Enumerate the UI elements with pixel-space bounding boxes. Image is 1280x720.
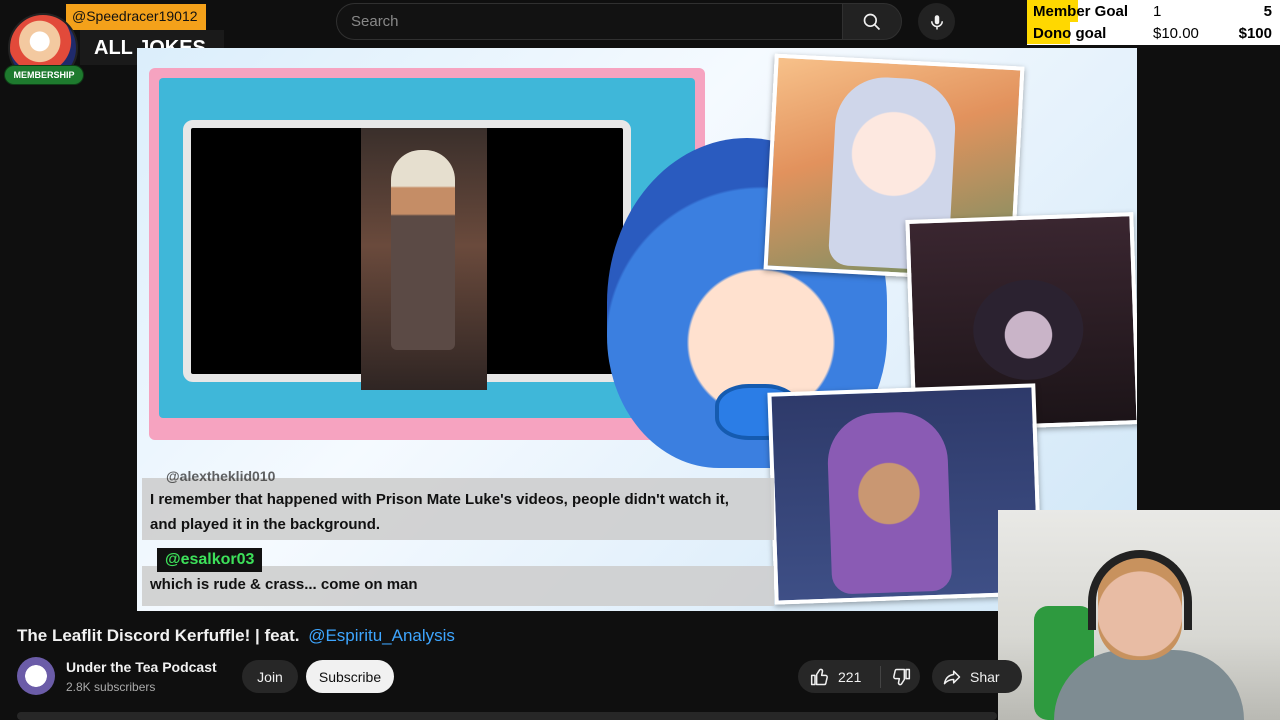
- chat-text-line-1: I remember that happened with Prison Mat…: [150, 491, 729, 508]
- member-goal-current: 1: [1153, 3, 1162, 20]
- share-icon: [943, 669, 961, 684]
- thumbs-down-icon: [892, 668, 910, 685]
- join-button[interactable]: Join: [242, 660, 298, 693]
- subscriber-count: 2.8K subscribers: [66, 680, 156, 694]
- member-goal-target: 5: [1263, 3, 1272, 20]
- dislike-button[interactable]: [881, 660, 920, 693]
- search-input[interactable]: Search: [336, 3, 842, 40]
- share-button[interactable]: Shar: [932, 660, 1022, 693]
- member-goal-row: Member Goal 1 5: [1027, 0, 1280, 22]
- tv-screen: [183, 120, 631, 390]
- chat-handle: @esalkor03: [157, 548, 263, 572]
- video-clip: [361, 128, 487, 390]
- dono-goal-current: $10.00: [1153, 25, 1199, 42]
- overlay-username: @Speedracer19012: [66, 4, 206, 30]
- description-box-edge: [17, 712, 997, 720]
- membership-badge: MEMBERSHIP: [4, 65, 84, 85]
- search-button[interactable]: [842, 3, 902, 40]
- webcam-feed: [998, 510, 1280, 720]
- dono-goal-row: Dono goal $10.00 $100: [1027, 22, 1280, 44]
- headset: [1088, 550, 1192, 630]
- chat-text: which is rude & crass... come on man: [150, 576, 418, 593]
- video-title: The Leaflit Discord Kerfuffle! | feat. @…: [17, 626, 455, 646]
- guest-avatar-3: [826, 410, 953, 595]
- search-bar: Search: [336, 3, 902, 40]
- like-count: 221: [838, 668, 862, 685]
- voice-search-button[interactable]: [918, 3, 955, 40]
- channel-avatar[interactable]: [17, 657, 55, 695]
- chat-message-1: @alextheklid010 I remember that happened…: [142, 468, 774, 540]
- dono-goal-label: Dono goal: [1033, 25, 1107, 42]
- chat-message-2: which is rude & crass... come on man: [142, 566, 774, 606]
- member-goal-label: Member Goal: [1033, 3, 1129, 20]
- search-placeholder: Search: [351, 13, 399, 30]
- chat-handle-partial: @alextheklid010: [166, 468, 276, 484]
- like-button[interactable]: 221: [798, 660, 880, 693]
- channel-name[interactable]: Under the Tea Podcast: [66, 659, 217, 675]
- chat-text-line-2: and played it in the background.: [150, 516, 381, 533]
- share-label: Shar: [970, 668, 1000, 685]
- thumbs-up-icon: [810, 668, 828, 685]
- search-icon: [863, 13, 881, 30]
- subscribe-button[interactable]: Subscribe: [306, 660, 394, 693]
- microphone-icon: [930, 14, 943, 29]
- like-dislike-group: 221: [798, 660, 920, 693]
- video-title-text: The Leaflit Discord Kerfuffle! | feat.: [17, 626, 300, 645]
- dono-goal-target: $100: [1238, 25, 1272, 42]
- clip-person: [391, 150, 455, 350]
- goal-overlay: Member Goal 1 5 Dono goal $10.00 $100: [1027, 0, 1280, 45]
- title-mention-link[interactable]: @Espiritu_Analysis: [308, 626, 455, 645]
- guest-avatar-2: [971, 277, 1085, 382]
